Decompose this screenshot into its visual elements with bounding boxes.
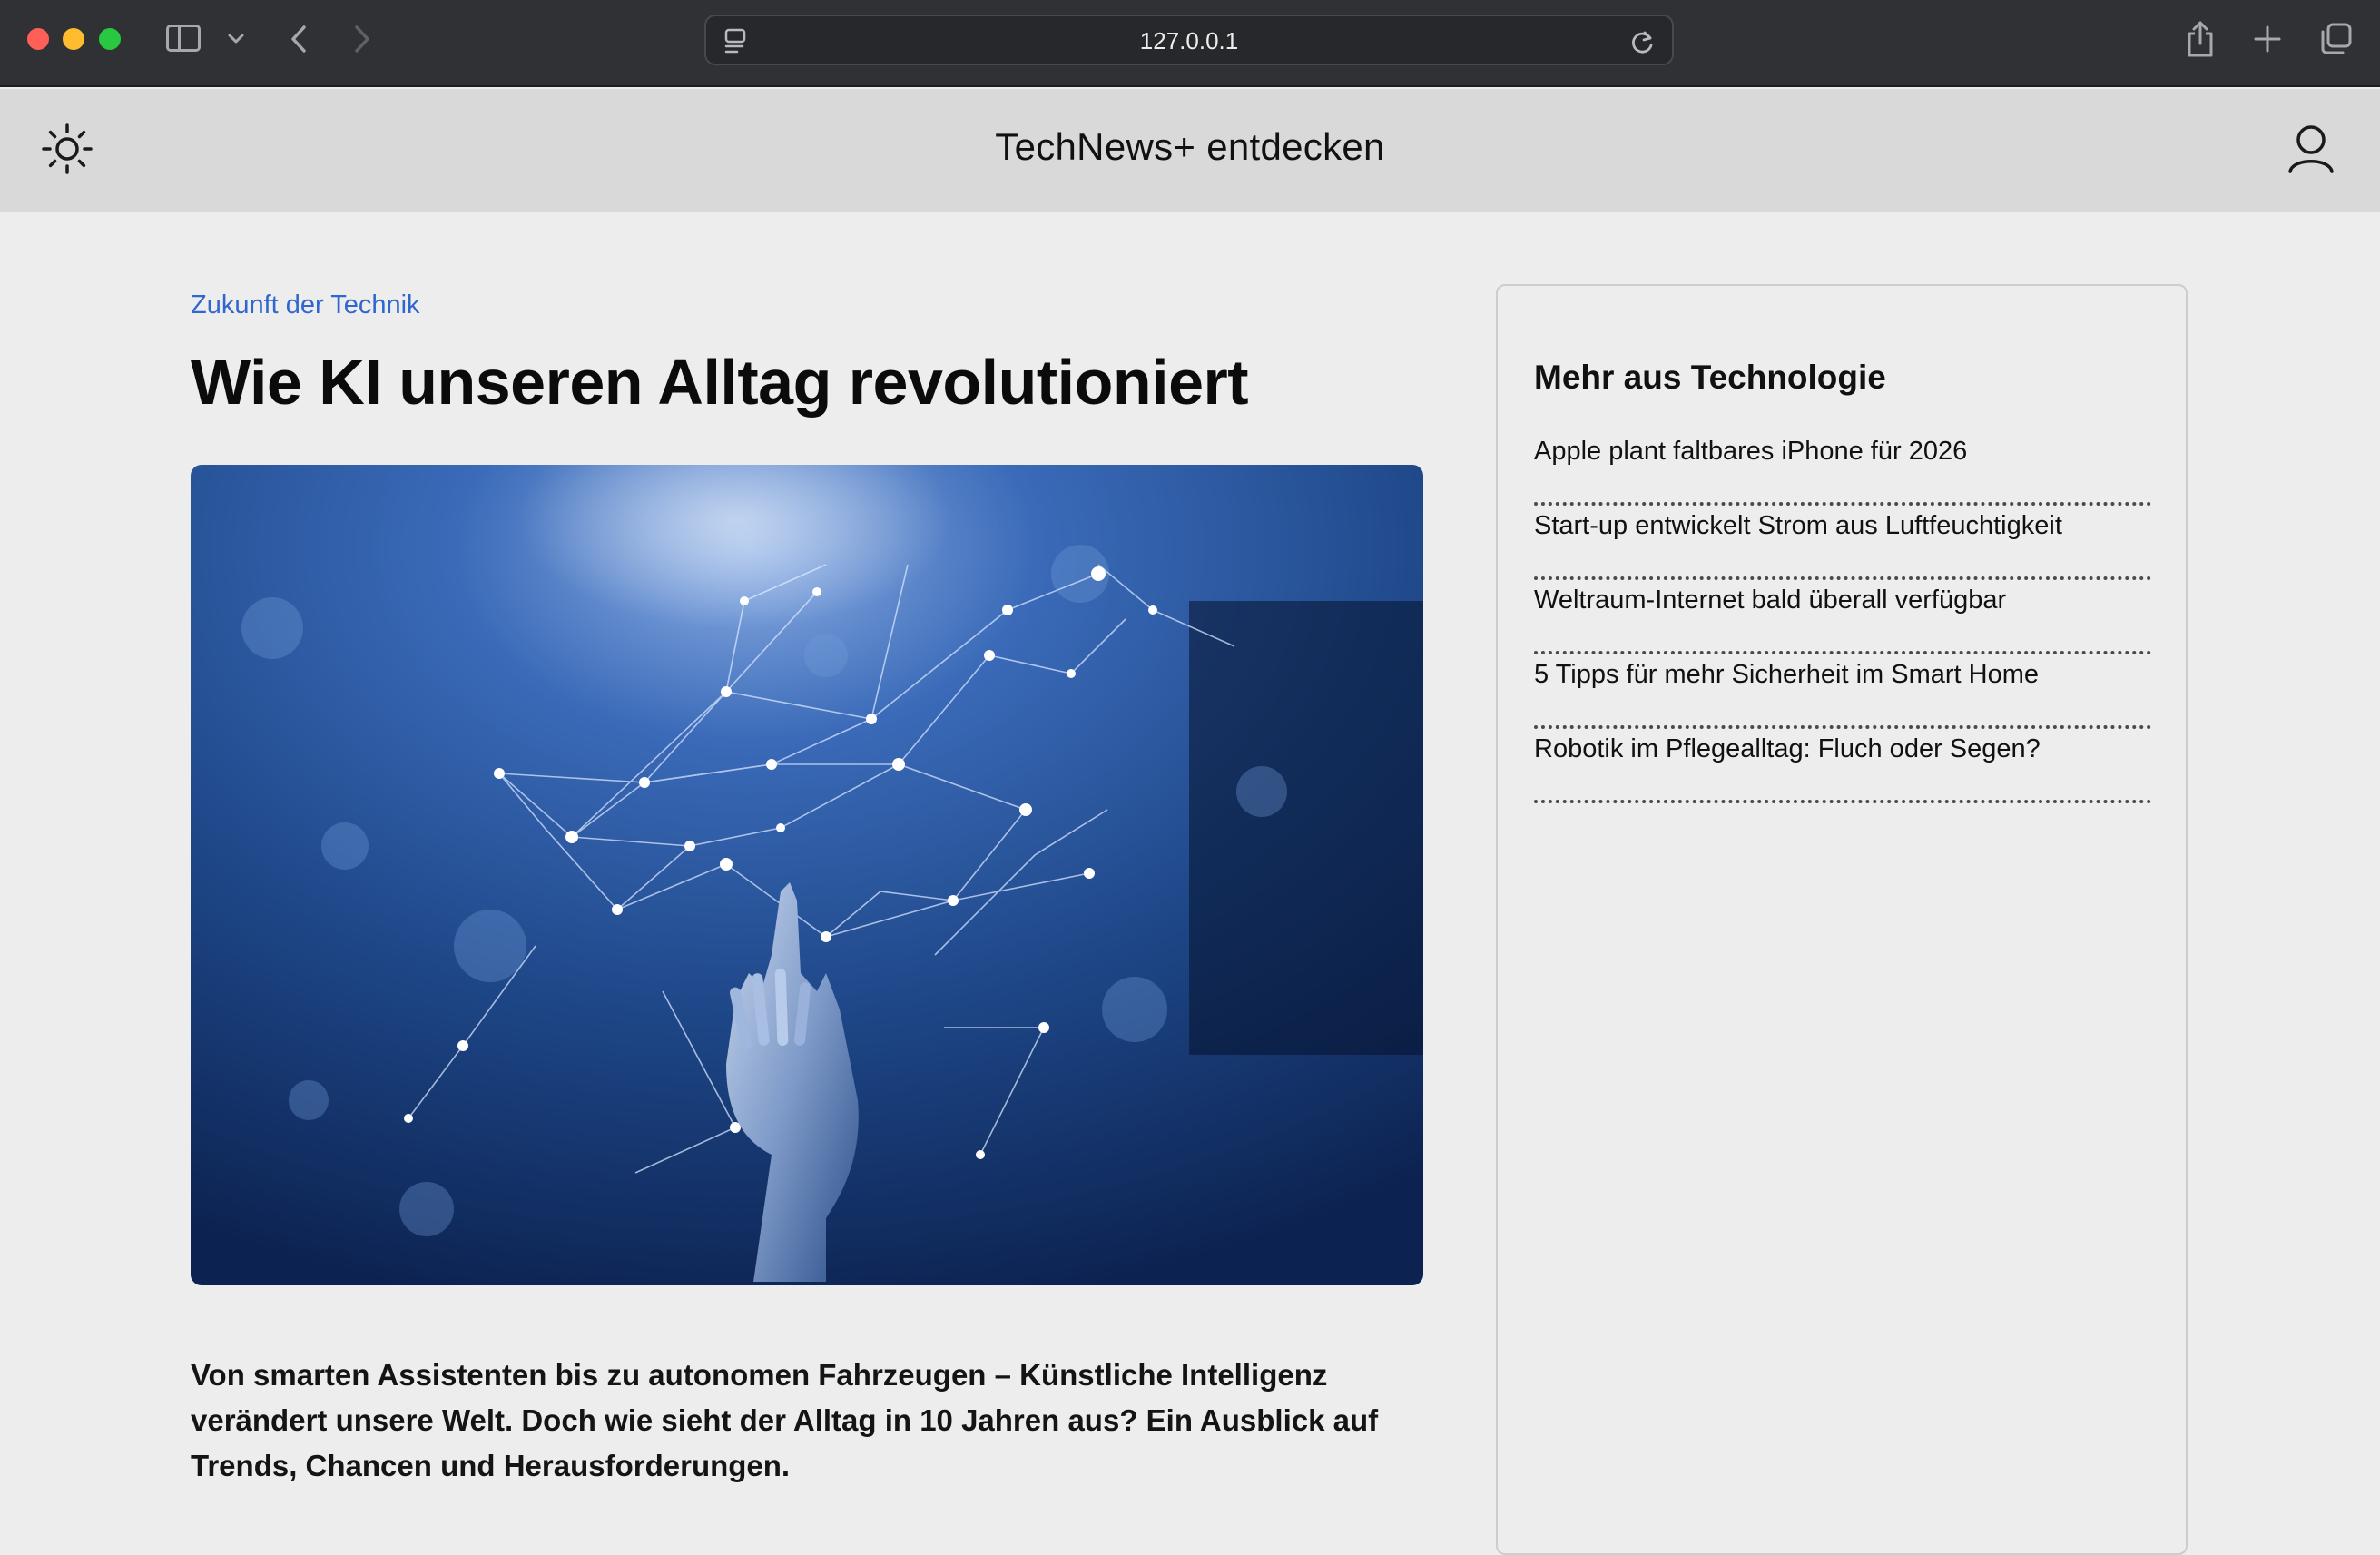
list-item: Start-up entwickelt Strom aus Luftfeucht… (1534, 506, 2151, 580)
chevron-down-icon[interactable] (223, 24, 249, 54)
user-icon[interactable] (2286, 122, 2336, 176)
site-header: TechNews+ entdecken (0, 89, 2380, 212)
related-article-link[interactable]: Start-up entwickelt Strom aus Luftfeucht… (1534, 511, 2062, 540)
chevron-left-icon[interactable] (283, 20, 314, 58)
browser-toolbar: 127.0.0.1 (0, 0, 2380, 87)
zoom-window-button[interactable] (99, 28, 121, 50)
reload-icon[interactable] (1628, 27, 1657, 56)
close-window-button[interactable] (27, 28, 49, 50)
related-articles-sidebar: Mehr aus Technologie Apple plant faltbar… (1496, 284, 2188, 1555)
list-item: Apple plant faltbares iPhone für 2026 (1534, 431, 2151, 506)
site-title[interactable]: TechNews+ entdecken (0, 125, 2380, 169)
related-article-link[interactable]: Apple plant faltbares iPhone für 2026 (1534, 437, 1967, 466)
plus-icon[interactable] (2249, 18, 2286, 60)
article-category-link[interactable]: Zukunft der Technik (191, 290, 420, 320)
share-icon[interactable] (2182, 18, 2218, 60)
url-text[interactable]: 127.0.0.1 (706, 27, 1672, 55)
related-article-link[interactable]: Robotik im Pflegealltag: Fluch oder Sege… (1534, 734, 2041, 763)
hero-image (191, 465, 1423, 1285)
sidebar-icon[interactable] (165, 22, 202, 54)
minimize-window-button[interactable] (63, 28, 84, 50)
related-article-link[interactable]: 5 Tipps für mehr Sicherheit im Smart Hom… (1534, 660, 2039, 689)
article-lead: Von smarten Assistenten bis zu autonomen… (191, 1358, 1379, 1482)
address-bar[interactable]: 127.0.0.1 (704, 15, 1674, 65)
list-item: Weltraum-Internet bald überall verfügbar (1534, 580, 2151, 654)
tabs-overview-icon[interactable] (2316, 18, 2355, 60)
chevron-right-icon[interactable] (347, 20, 378, 58)
list-item: Robotik im Pflegealltag: Fluch oder Sege… (1534, 729, 2151, 803)
article: Zukunft der Technik Wie KI unseren Allta… (191, 290, 1423, 1482)
article-headline: Wie KI unseren Alltag revolutioniert (191, 347, 1249, 418)
list-item: 5 Tipps für mehr Sicherheit im Smart Hom… (1534, 654, 2151, 729)
related-articles-list: Apple plant faltbares iPhone für 2026 St… (1534, 431, 2151, 803)
sidebar-title: Mehr aus Technologie (1534, 359, 1886, 396)
related-article-link[interactable]: Weltraum-Internet bald überall verfügbar (1534, 586, 2006, 615)
